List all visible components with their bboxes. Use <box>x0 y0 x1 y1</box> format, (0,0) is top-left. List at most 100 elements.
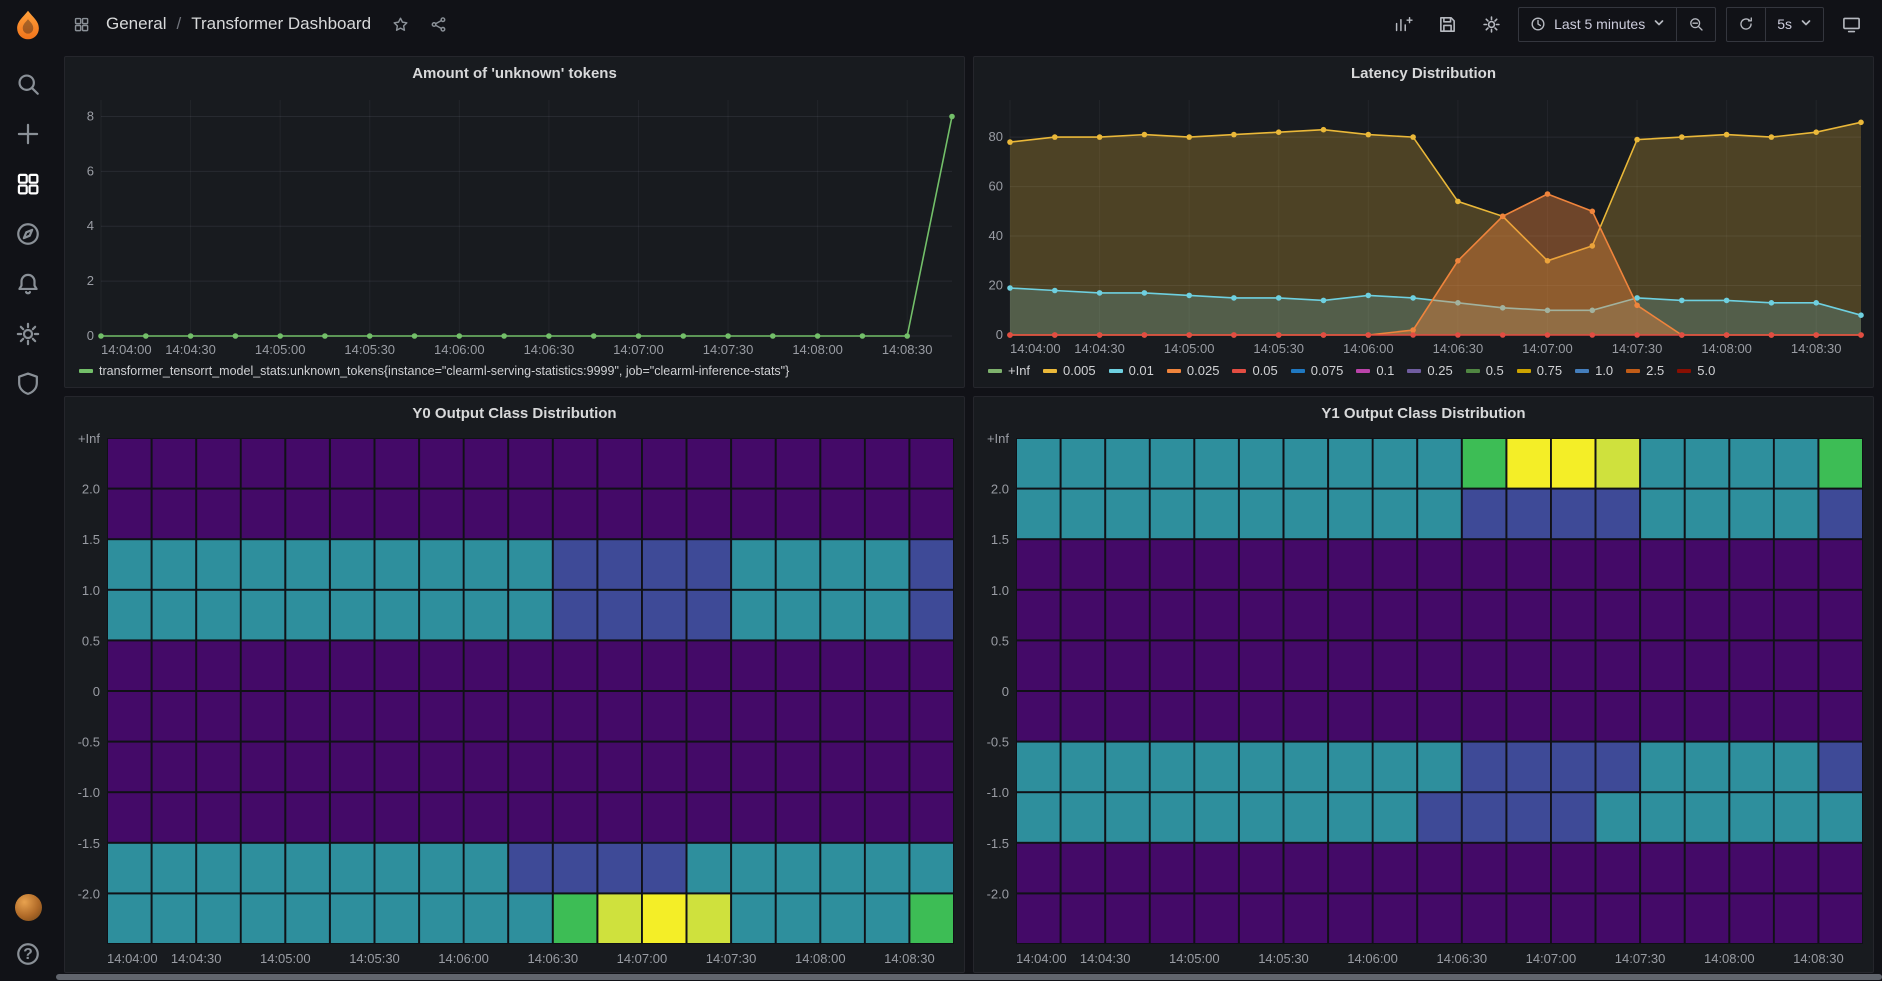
legend-item[interactable]: 0.075 <box>1291 363 1344 378</box>
add-panel-icon[interactable] <box>1386 7 1420 41</box>
svg-text:-1.0: -1.0 <box>987 785 1009 800</box>
legend-label: 2.5 <box>1646 363 1664 378</box>
legend-swatch <box>1626 369 1640 373</box>
svg-text:14:06:00: 14:06:00 <box>1347 951 1398 966</box>
time-range-picker[interactable]: Last 5 minutes <box>1519 8 1676 41</box>
y0-heatmap[interactable]: +Inf2.01.51.00.50-0.5-1.0-1.5-2.014:04:0… <box>65 430 964 972</box>
sidebar-icon-group <box>15 71 41 397</box>
configuration-gear-icon[interactable] <box>15 321 41 347</box>
svg-text:-0.5: -0.5 <box>78 735 100 750</box>
legend-label: 0.25 <box>1427 363 1452 378</box>
panel-header-unknown-tokens[interactable]: Amount of 'unknown' tokens <box>65 57 964 90</box>
svg-text:14:04:00: 14:04:00 <box>107 951 158 966</box>
svg-text:14:08:30: 14:08:30 <box>884 951 935 966</box>
legend-swatch <box>1677 369 1691 373</box>
navbar-right-actions: Last 5 minutes 5s <box>1386 7 1868 42</box>
explore-compass-icon[interactable] <box>15 221 41 247</box>
dashboard-settings-gear-icon[interactable] <box>1474 7 1508 41</box>
legend-item[interactable]: 0.01 <box>1109 363 1154 378</box>
legend-item[interactable]: 1.0 <box>1575 363 1613 378</box>
legend-item[interactable]: 0.25 <box>1407 363 1452 378</box>
legend-item[interactable]: 0.1 <box>1356 363 1394 378</box>
svg-text:14:05:30: 14:05:30 <box>1258 951 1309 966</box>
svg-text:60: 60 <box>989 179 1003 194</box>
legend-item[interactable]: transformer_tensorrt_model_stats:unknown… <box>79 364 789 378</box>
legend-item[interactable]: 0.005 <box>1043 363 1096 378</box>
star-icon[interactable] <box>387 11 413 37</box>
unknown-tokens-legend: transformer_tensorrt_model_stats:unknown… <box>65 362 964 387</box>
sidebar-bottom-group: ? <box>15 894 42 967</box>
legend-swatch <box>1291 369 1305 373</box>
svg-text:14:05:00: 14:05:00 <box>1164 341 1215 356</box>
help-icon[interactable]: ? <box>15 941 41 967</box>
svg-text:0: 0 <box>996 327 1003 342</box>
svg-text:14:05:00: 14:05:00 <box>260 951 311 966</box>
svg-text:80: 80 <box>989 129 1003 144</box>
latency-line-chart[interactable]: 14:04:0014:04:3014:05:0014:05:3014:06:00… <box>974 90 1873 361</box>
clock-icon <box>1530 16 1546 32</box>
svg-text:14:04:00: 14:04:00 <box>1010 341 1061 356</box>
grafana-logo[interactable] <box>12 9 44 41</box>
panel-title: Y0 Output Class Distribution <box>412 405 616 422</box>
svg-text:40: 40 <box>989 228 1003 243</box>
legend-item[interactable]: 0.05 <box>1232 363 1277 378</box>
panel-header-latency[interactable]: Latency Distribution <box>974 57 1873 90</box>
svg-text:14:08:00: 14:08:00 <box>1701 341 1752 356</box>
legend-swatch <box>1575 369 1589 373</box>
legend-label: 0.075 <box>1311 363 1344 378</box>
cycle-view-monitor-icon[interactable] <box>1834 7 1868 41</box>
user-avatar[interactable] <box>15 894 42 921</box>
search-icon[interactable] <box>15 71 41 97</box>
legend-item[interactable]: 0.75 <box>1517 363 1562 378</box>
time-picker-group: Last 5 minutes <box>1518 7 1716 42</box>
svg-text:14:05:30: 14:05:30 <box>344 342 395 357</box>
server-admin-shield-icon[interactable] <box>15 371 41 397</box>
save-dashboard-icon[interactable] <box>1430 7 1464 41</box>
svg-text:14:04:30: 14:04:30 <box>171 951 222 966</box>
share-icon[interactable] <box>425 11 451 37</box>
legend-item[interactable]: 5.0 <box>1677 363 1715 378</box>
refresh-button[interactable] <box>1727 8 1765 41</box>
svg-text:2.0: 2.0 <box>991 482 1009 497</box>
y1-heatmap[interactable]: +Inf2.01.51.00.50-0.5-1.0-1.5-2.014:04:0… <box>974 430 1873 972</box>
svg-text:14:06:00: 14:06:00 <box>1343 341 1394 356</box>
svg-text:14:05:00: 14:05:00 <box>1169 951 1220 966</box>
legend-label: 5.0 <box>1697 363 1715 378</box>
svg-text:20: 20 <box>989 278 1003 293</box>
panel-y0-class-distribution: Y0 Output Class Distribution +Inf2.01.51… <box>64 396 965 973</box>
dashboards-grid-icon[interactable] <box>15 171 41 197</box>
svg-text:2.0: 2.0 <box>82 482 100 497</box>
top-navbar: General / Transformer Dashboard <box>56 0 1882 48</box>
legend-swatch <box>79 369 93 373</box>
legend-item[interactable]: +Inf <box>988 363 1030 378</box>
breadcrumb-title[interactable]: Transformer Dashboard <box>191 14 371 34</box>
chevron-down-icon <box>1653 16 1665 32</box>
svg-text:-1.5: -1.5 <box>78 836 100 851</box>
refresh-interval-label: 5s <box>1777 16 1792 32</box>
legend-item[interactable]: 0.025 <box>1167 363 1220 378</box>
svg-text:14:04:30: 14:04:30 <box>165 342 216 357</box>
refresh-icon <box>1738 16 1754 32</box>
horizontal-scrollbar[interactable] <box>56 974 1882 980</box>
chevron-down-icon <box>1800 16 1812 32</box>
svg-text:14:06:30: 14:06:30 <box>1433 341 1484 356</box>
alerting-bell-icon[interactable] <box>15 271 41 297</box>
zoom-out-button[interactable] <box>1676 8 1715 41</box>
create-plus-icon[interactable] <box>15 121 41 147</box>
panel-header-y1[interactable]: Y1 Output Class Distribution <box>974 397 1873 430</box>
breadcrumb-section[interactable]: General <box>106 14 166 34</box>
legend-item[interactable]: 0.5 <box>1466 363 1504 378</box>
refresh-interval-picker[interactable]: 5s <box>1765 8 1823 41</box>
main-area: General / Transformer Dashboard <box>56 0 1882 981</box>
svg-text:14:07:30: 14:07:30 <box>1615 951 1666 966</box>
panel-latency-distribution: Latency Distribution 14:04:0014:04:3014:… <box>973 56 1874 388</box>
unknown-tokens-line-chart[interactable]: 14:04:0014:04:3014:05:0014:05:3014:06:00… <box>65 90 964 362</box>
legend-item[interactable]: 2.5 <box>1626 363 1664 378</box>
apps-grid-icon[interactable] <box>68 11 94 37</box>
legend-label: 0.05 <box>1252 363 1277 378</box>
panel-header-y0[interactable]: Y0 Output Class Distribution <box>65 397 964 430</box>
dashboard-grid: Amount of 'unknown' tokens 14:04:0014:04… <box>56 48 1882 981</box>
svg-text:6: 6 <box>87 163 94 178</box>
time-range-label: Last 5 minutes <box>1554 16 1645 32</box>
svg-text:2: 2 <box>87 273 94 288</box>
